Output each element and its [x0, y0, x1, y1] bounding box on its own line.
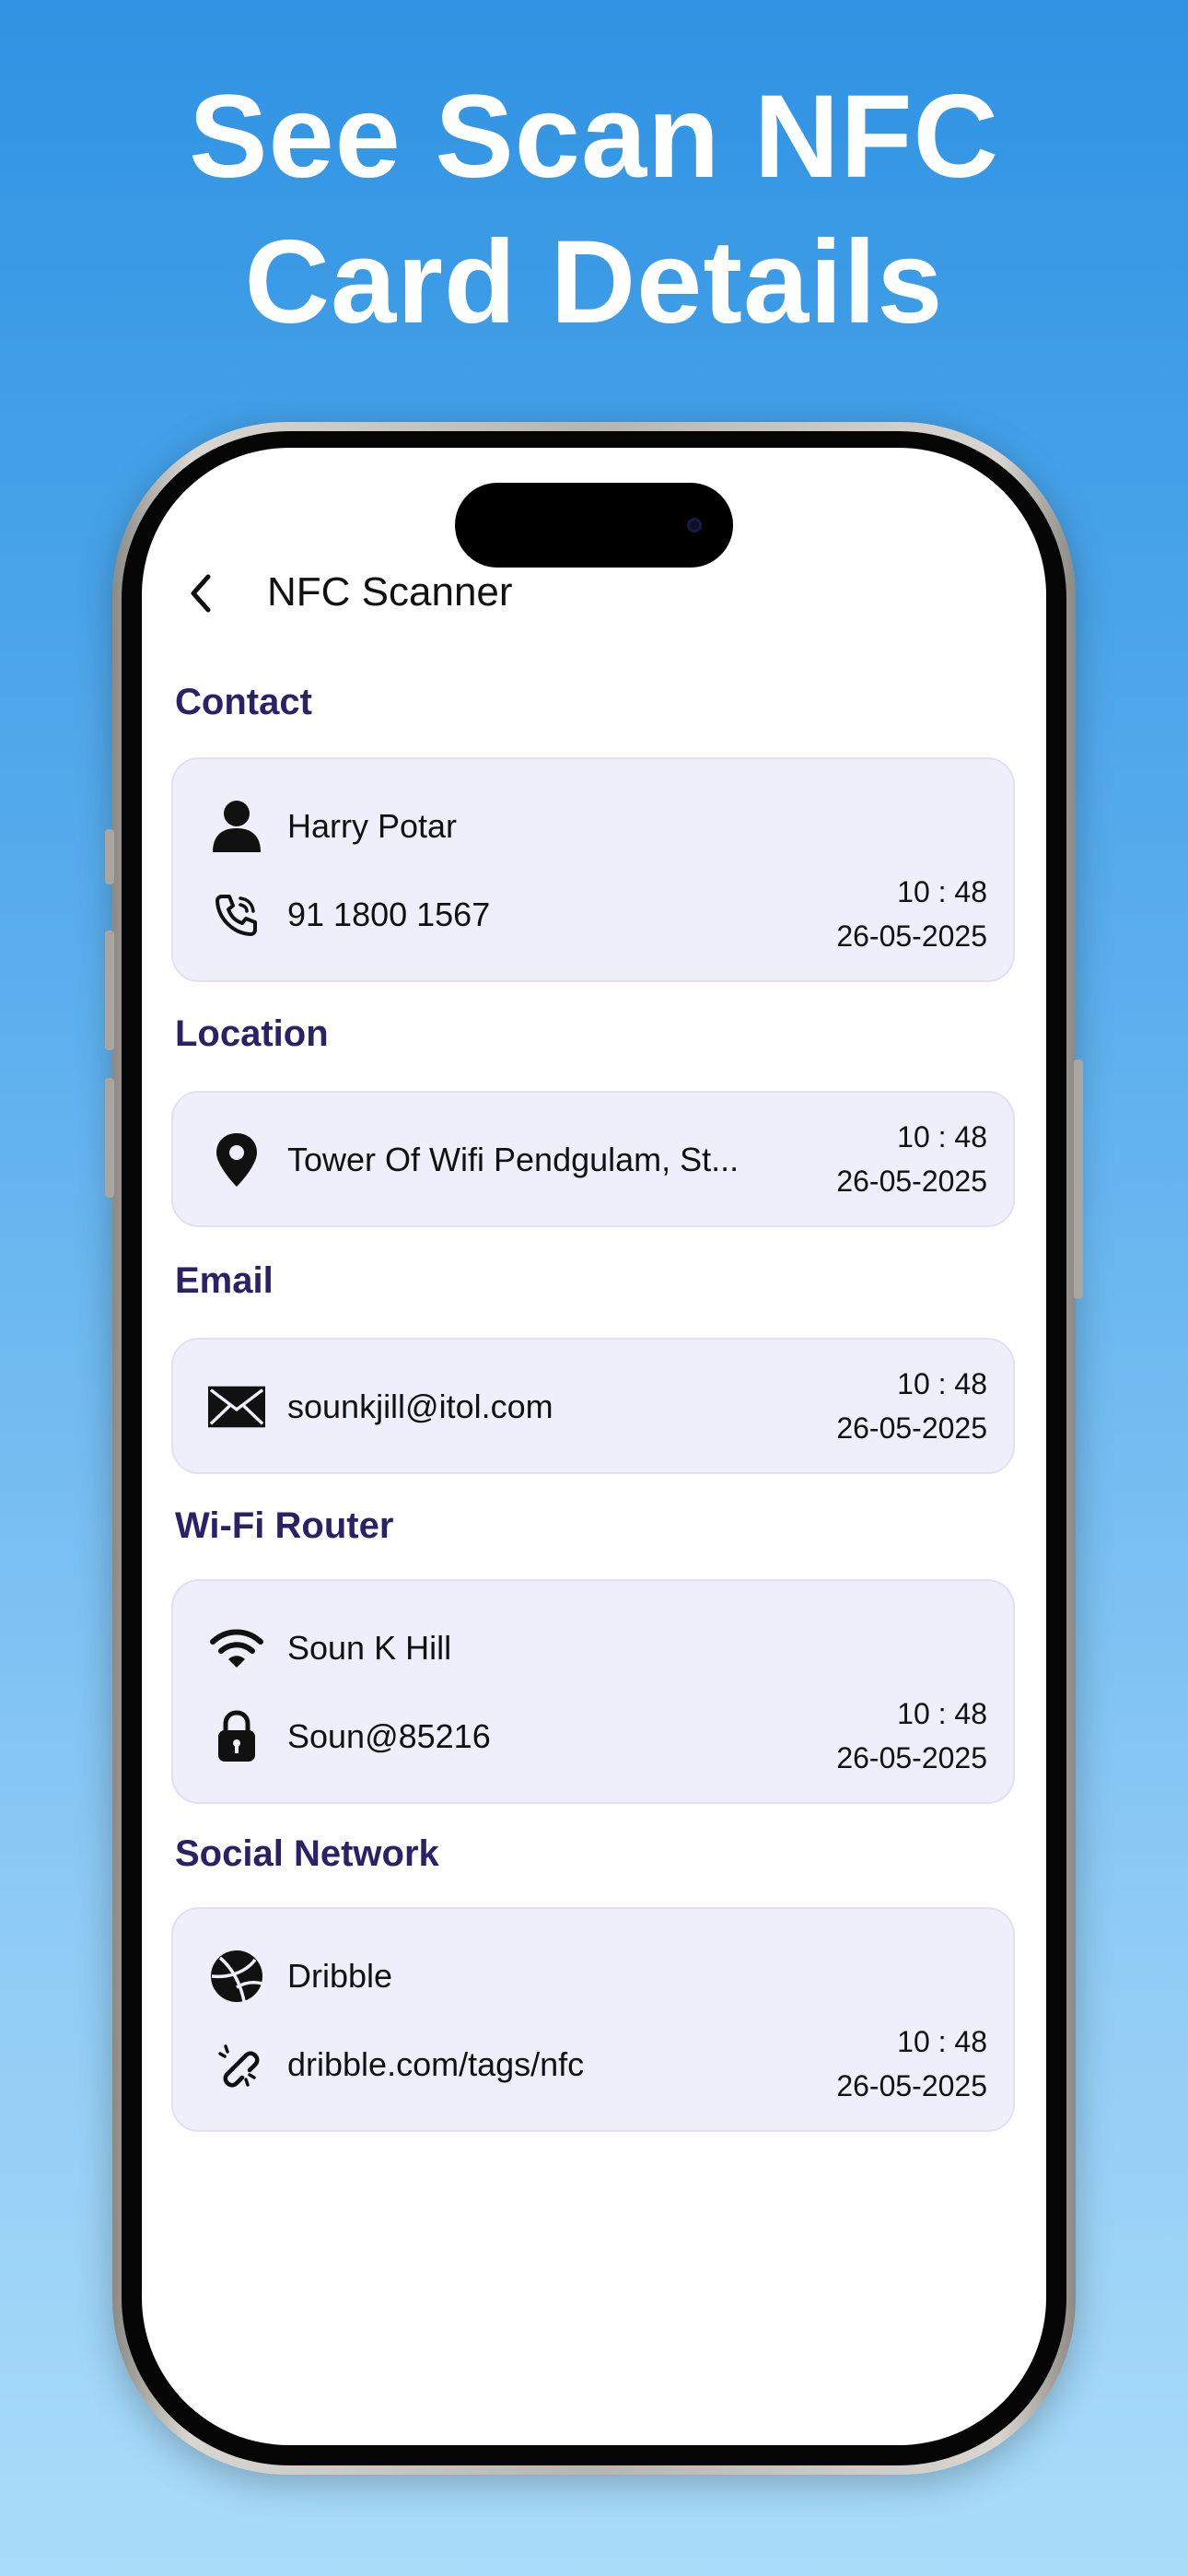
section-title-email: Email	[175, 1260, 274, 1301]
app-top-bar: NFC Scanner	[175, 562, 1004, 626]
email-row: sounkjill@itol.com	[208, 1375, 553, 1439]
contact-timestamp: 10 : 48 26-05-2025	[836, 870, 987, 958]
location-date: 26-05-2025	[836, 1165, 987, 1198]
location-card[interactable]: Tower Of Wifi Pendgulam, St... 10 : 48 2…	[171, 1091, 1015, 1227]
social-time: 10 : 48	[897, 2025, 987, 2058]
section-title-social: Social Network	[175, 1833, 439, 1874]
social-network-row: Dribble	[208, 1944, 392, 2008]
contact-name: Harry Potar	[287, 807, 458, 845]
phone-mute-switch	[105, 829, 114, 884]
wifi-password: Soun@85216	[287, 1717, 491, 1755]
wifi-ssid: Soun K Hill	[287, 1629, 452, 1667]
location-row: Tower Of Wifi Pendgulam, St...	[208, 1128, 739, 1192]
phone-icon	[215, 895, 257, 936]
contact-name-row: Harry Potar	[208, 794, 457, 859]
wifi-time: 10 : 48	[897, 1697, 987, 1730]
link-icon	[218, 2044, 260, 2088]
wifi-timestamp: 10 : 48 26-05-2025	[836, 1692, 987, 1780]
location-pin-icon	[216, 1133, 257, 1187]
wifi-password-row: Soun@85216	[208, 1704, 491, 1769]
email-date: 26-05-2025	[836, 1411, 987, 1445]
location-address: Tower Of Wifi Pendgulam, St...	[287, 1141, 740, 1178]
phone-volume-up	[105, 931, 114, 1050]
front-camera	[687, 518, 702, 533]
phone-volume-down	[105, 1078, 114, 1198]
lock-icon	[218, 1710, 255, 1762]
headline-line-2: Card Details	[244, 217, 944, 348]
social-timestamp: 10 : 48 26-05-2025	[836, 2020, 987, 2108]
dynamic-island	[455, 483, 733, 568]
section-title-location: Location	[175, 1013, 329, 1054]
social-date: 26-05-2025	[836, 2069, 987, 2102]
wifi-ssid-row: Soun K Hill	[208, 1616, 451, 1680]
contact-phone: 91 1800 1567	[287, 896, 491, 933]
contact-date: 26-05-2025	[836, 919, 987, 953]
headline-line-1: See Scan NFC	[189, 71, 999, 203]
dribbble-icon	[211, 1950, 263, 2002]
location-time: 10 : 48	[897, 1120, 987, 1153]
email-address: sounkjill@itol.com	[287, 1388, 553, 1425]
contact-time: 10 : 48	[897, 875, 987, 908]
wifi-card[interactable]: Soun K Hill Soun@85216 10 : 48 26-05-202…	[171, 1579, 1015, 1804]
social-link: dribble.com/tags/nfc	[287, 2045, 585, 2083]
social-card[interactable]: Dribble dribble.com/tags/nfc 10 : 48 26-…	[171, 1907, 1015, 2132]
phone-power-button	[1074, 1060, 1083, 1299]
chevron-left-icon	[191, 574, 211, 613]
person-icon	[213, 801, 261, 852]
social-network-name: Dribble	[287, 1957, 393, 1995]
contact-phone-row: 91 1800 1567	[208, 883, 490, 947]
email-card[interactable]: sounkjill@itol.com 10 : 48 26-05-2025	[171, 1338, 1015, 1474]
social-link-row: dribble.com/tags/nfc	[208, 2032, 584, 2097]
wifi-icon	[210, 1629, 263, 1668]
section-title-contact: Contact	[175, 682, 312, 722]
email-timestamp: 10 : 48 26-05-2025	[836, 1362, 987, 1450]
contact-card[interactable]: Harry Potar 91 1800 1567 10 : 48 26-05-2…	[171, 757, 1015, 982]
envelope-icon	[208, 1386, 265, 1428]
email-time: 10 : 48	[897, 1367, 987, 1400]
section-title-wifi: Wi-Fi Router	[175, 1505, 394, 1546]
location-timestamp: 10 : 48 26-05-2025	[836, 1115, 987, 1203]
back-button[interactable]	[175, 568, 227, 619]
promo-headline: See Scan NFC Card Details	[0, 64, 1188, 356]
page-title: NFC Scanner	[267, 569, 513, 615]
wifi-date: 26-05-2025	[836, 1741, 987, 1774]
